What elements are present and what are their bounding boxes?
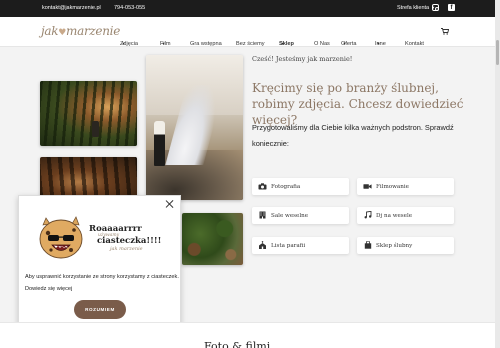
chevron-down-icon: ▼ [376, 41, 381, 46]
photo-groom-figure [154, 121, 165, 166]
link-dj-na-wesele[interactable]: Dj na wesele [357, 207, 454, 224]
tile-label: Filmowanie [376, 183, 409, 190]
building-icon [258, 211, 267, 219]
intro-subtext: Przygotowaliśmy dla Ciebie kilka ważnych… [252, 123, 454, 148]
page-scrollbar[interactable] [495, 0, 500, 348]
church-icon [258, 241, 267, 249]
scrollbar-thumb[interactable] [496, 40, 499, 65]
cookie-consent-popup: Roaaaarrrr używamy ciasteczka!!!! jak ma… [18, 195, 181, 330]
link-fotografia[interactable]: Fotografia [252, 178, 349, 195]
contact-phone-link[interactable]: 794-053-055 [114, 5, 145, 11]
tile-label: Sklep ślubny [376, 242, 413, 249]
link-filmowanie[interactable]: Filmowanie [357, 178, 454, 195]
video-camera-icon [363, 182, 372, 190]
logo-text-left: jak [41, 24, 59, 38]
shopping-bag-icon [363, 241, 372, 249]
chevron-down-icon: ▼ [342, 41, 347, 46]
section-heading: Foto & filmi [204, 340, 271, 348]
page: kontakt@jakmarzenie.pl 794-053-055 Stref… [0, 0, 500, 348]
instagram-icon[interactable] [432, 4, 439, 11]
tile-label: Fotografia [271, 183, 301, 190]
tile-label: Dj na wesele [376, 212, 413, 219]
tile-label: Sale weselne [271, 212, 309, 219]
chevron-down-icon: ▼ [280, 41, 285, 46]
contact-email-link[interactable]: kontakt@jakmarzenie.pl [42, 5, 101, 11]
site-logo[interactable]: jak♥marzenie [41, 24, 120, 38]
link-sklep-slubny[interactable]: Sklep ślubny [357, 237, 454, 254]
photo-couple-figure [92, 121, 99, 137]
music-note-icon [363, 211, 372, 219]
photo-couple-forest [40, 81, 137, 146]
main-navbar: jak♥marzenie Zdjęcia ▼ Film ▼ Gra wstępna … [0, 17, 500, 47]
nav-item-label: Bez ściemy [236, 41, 265, 47]
heart-icon: ♥ [58, 28, 67, 38]
nav-item-label: O Nas [314, 41, 330, 47]
link-lista-parafii[interactable]: Lista parafii [252, 237, 349, 254]
cookie-message[interactable]: Aby usprawnić korzystanie ze strony korz… [25, 271, 180, 295]
tile-label: Lista parafii [271, 242, 306, 249]
photo-couple-beach [146, 55, 243, 200]
client-area-label: Strefa klienta [397, 5, 430, 11]
cookie-brand-text: jak marzenie [110, 246, 143, 252]
facebook-icon[interactable]: f [448, 4, 455, 11]
nav-item-label: Gra wstępna [190, 41, 222, 47]
camera-icon [258, 182, 267, 190]
close-icon[interactable] [165, 199, 175, 209]
link-sale-weselne[interactable]: Sale weselne [252, 207, 349, 224]
cookie-title: ciasteczka!!!! [97, 236, 162, 246]
chevron-down-icon: ▼ [161, 41, 166, 46]
photo-texture [40, 81, 137, 146]
nav-item-label: Kontakt [405, 41, 424, 47]
logo-text-right: marzenie [66, 24, 120, 38]
photo-texture [182, 213, 243, 265]
cart-icon[interactable] [441, 28, 449, 35]
cookie-accept-button[interactable]: ROZUMIEM [74, 300, 126, 319]
photo-treetops [182, 213, 243, 265]
chevron-down-icon: ▼ [121, 41, 126, 46]
intro-greeting: Cześć! Jesteśmy jak marzenie! [252, 55, 353, 63]
top-bar: kontakt@jakmarzenie.pl 794-053-055 Stref… [0, 0, 500, 17]
cookie-mascot-icon [37, 215, 85, 261]
client-area-menu[interactable]: Strefa klienta ▼ [397, 5, 435, 11]
